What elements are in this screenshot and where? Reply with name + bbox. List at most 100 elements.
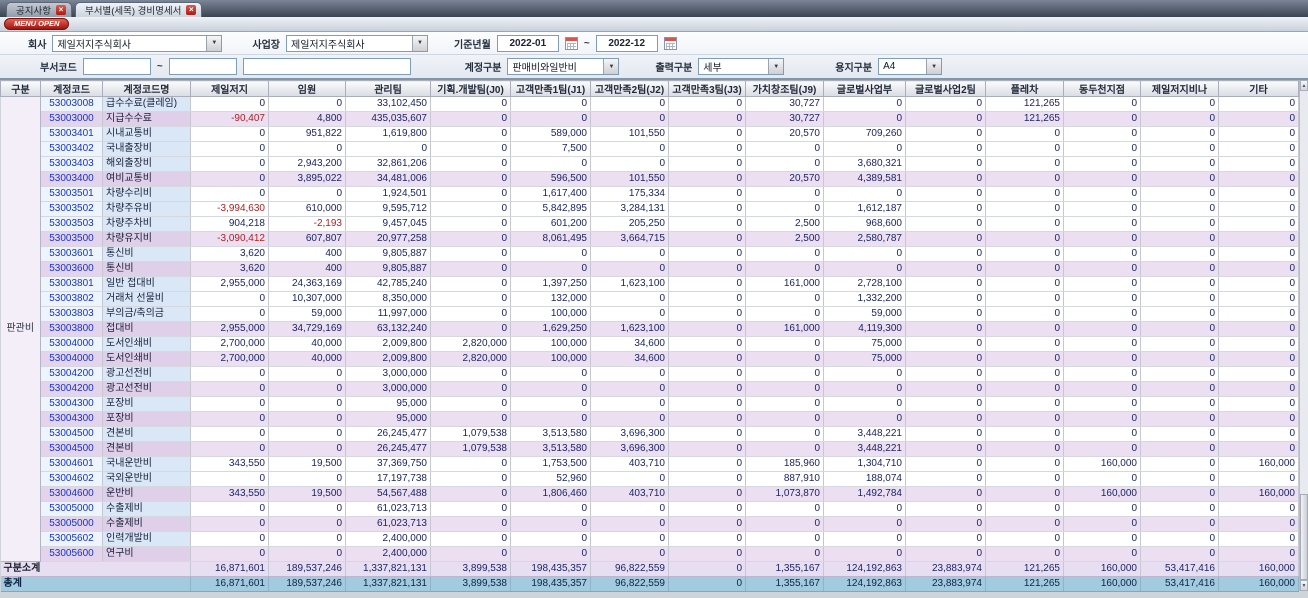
amount-cell: 0 (190, 126, 269, 142)
total-row[interactable]: 총계 16,871,601 189,537,246 1,337,821,131 3,89… (0, 576, 1299, 592)
column-header[interactable]: 계정코드명 (102, 80, 191, 97)
tab-close-icon[interactable]: × (55, 5, 66, 15)
table-row[interactable]: 53003503 차량주차비 904,218 -2,193 9,457,045 0 601,… (1, 216, 1299, 232)
amount-cell: 0 (1140, 246, 1219, 262)
table-row[interactable]: 53003000 지급수수료 -90,407 4,800 435,035,607 0 0 0 0… (1, 111, 1299, 127)
column-header[interactable]: 기타 (1218, 80, 1299, 97)
table-row[interactable]: 53003803 부의금/축의금 0 59,000 11,997,000 0 100,000… (1, 306, 1299, 322)
dept-name-field[interactable] (242, 58, 411, 75)
amount-cell: 0 (430, 321, 511, 337)
table-row[interactable]: 53003502 차량주유비 -3,994,630 610,000 9,595,712 0… (1, 201, 1299, 217)
amount-cell: 0 (268, 366, 346, 382)
table-row[interactable]: 53003501 차량수리비 0 0 1,924,501 0 1,617,400 175,33… (1, 186, 1299, 202)
table-row[interactable]: 53004300 포장비 0 0 95,000 0 0 0 0 0 0 0 0 0 0 0 (1, 396, 1299, 412)
amount-cell: 20,977,258 (345, 231, 431, 247)
amount-cell: 2,009,800 (345, 336, 431, 352)
column-header[interactable]: 구분 (0, 80, 41, 97)
table-row[interactable]: 53003400 여비교통비 0 3,895,022 34,481,006 0 596,50… (1, 171, 1299, 187)
amount-cell: 0 (668, 516, 746, 532)
amount-cell: 95,000 (345, 411, 431, 427)
amount-cell: 3,513,580 (510, 441, 591, 457)
group-subtotal-row[interactable]: 구분소계 16,871,601 189,537,246 1,337,821,131 3,… (0, 561, 1299, 577)
tab-close-icon[interactable]: × (186, 5, 197, 15)
amount-cell: 0 (590, 141, 669, 157)
column-header[interactable]: 임원 (268, 80, 346, 97)
table-row[interactable]: 53005602 인력개발비 0 0 2,400,000 0 0 0 0 0 0 0 0 0 0 0 (1, 531, 1299, 547)
amount-cell: 0 (1140, 321, 1219, 337)
site-select[interactable]: 제일저지주식회사 ▼ (286, 34, 429, 52)
amount-cell: 0 (1063, 501, 1141, 517)
table-row[interactable]: 53004600 운반비 343,550 19,500 54,567,488 0 1,806… (1, 486, 1299, 502)
calendar-icon[interactable] (564, 36, 578, 50)
table-row[interactable]: 53004500 견본비 0 0 26,245,477 1,079,538 3,513,58… (1, 426, 1299, 442)
amount-cell: 0 (668, 276, 746, 292)
column-header[interactable]: 고객만족3팀(J3) (668, 80, 746, 97)
tab-notice[interactable]: 공지사항 × (6, 2, 72, 17)
table-row[interactable]: 53003801 일반 접대비 2,955,000 24,363,169 42,785,… (1, 276, 1299, 292)
amount-cell: 0 (985, 201, 1064, 217)
table-row[interactable]: 53004200 광고선전비 0 0 3,000,000 0 0 0 0 0 0 0 0 0 0 0 (1, 381, 1299, 397)
calendar-icon[interactable] (663, 36, 677, 50)
row-label-cell: 총계 (0, 576, 191, 592)
table-row[interactable]: 53004000 도서인쇄비 2,700,000 40,000 2,009,800 2,8… (1, 351, 1299, 367)
amount-cell: 0 (905, 291, 986, 307)
table-row[interactable]: 53003800 접대비 2,955,000 34,729,169 63,132,240… (1, 321, 1299, 337)
amount-cell: 0 (1063, 216, 1141, 232)
amount-cell: 0 (190, 141, 269, 157)
table-row[interactable]: 53003403 해외출장비 0 2,943,200 32,861,206 0 0 0 0 0 3,… (1, 156, 1299, 172)
amount-cell: 0 (590, 111, 669, 127)
scrollbar-thumb[interactable] (1300, 494, 1308, 580)
scroll-down-icon[interactable]: ▼ (1300, 580, 1308, 591)
amount-cell: 0 (905, 531, 986, 547)
table-row[interactable]: 판관비 53003008 급수수료(클레임) 0 0 33,102,450 0 0 0 0 30,7… (0, 96, 1299, 562)
account-name-cell: 포장비 (102, 411, 191, 427)
chevron-down-icon: ▼ (926, 59, 942, 74)
table-row[interactable]: 53004601 국내운반비 343,550 19,500 37,369,750 0 1,7… (1, 456, 1299, 472)
table-row[interactable]: 53003600 통신비 3,620 400 9,805,887 0 0 0 0 0 0 0 0 0 0 0 (1, 261, 1299, 277)
output-type-select[interactable]: 세부 ▼ (698, 58, 785, 75)
column-header[interactable]: 계정코드 (40, 80, 103, 97)
column-header[interactable]: 동두천지점 (1063, 80, 1141, 97)
period-from-input[interactable] (496, 34, 559, 52)
account-name-cell: 통신비 (102, 246, 191, 262)
column-header[interactable]: 제일저지비나 (1140, 80, 1219, 97)
amount-cell: 607,807 (268, 231, 346, 247)
column-header[interactable]: 글로벌사업2팀 (905, 80, 986, 97)
table-row[interactable]: 53004300 포장비 0 0 95,000 0 0 0 0 0 0 0 0 0 0 0 (1, 411, 1299, 427)
period-to-input[interactable] (595, 34, 658, 52)
table-row[interactable]: 53005000 수출제비 0 0 61,023,713 0 0 0 0 0 0 0 0 0 0 0 (1, 516, 1299, 532)
dept-code-from-input[interactable] (82, 58, 151, 75)
table-row[interactable]: 53004200 광고선전비 0 0 3,000,000 0 0 0 0 0 0 0 0 0 0 0 (1, 366, 1299, 382)
scroll-up-icon[interactable]: ▲ (1300, 80, 1308, 91)
column-header[interactable]: 관리팀 (345, 80, 431, 97)
column-header[interactable]: 플레차 (985, 80, 1064, 97)
table-row[interactable]: 53003802 거래처 선물비 0 10,307,000 8,350,000 0 132,… (1, 291, 1299, 307)
scrollbar-track[interactable] (1300, 91, 1308, 580)
column-header[interactable]: 기획.개발팀(J0) (430, 80, 511, 97)
amount-cell: 0 (1140, 216, 1219, 232)
column-header[interactable]: 제일저지 (190, 80, 269, 97)
column-header[interactable]: 가치창조팀(J9) (745, 80, 824, 97)
account-type-select[interactable]: 판매비와일반비 ▼ (507, 58, 620, 75)
table-row[interactable]: 53003401 시내교통비 0 951,822 1,619,800 0 589,000 10… (1, 126, 1299, 142)
dept-code-to-input[interactable] (168, 58, 237, 75)
amount-cell: 189,537,246 (268, 576, 346, 592)
table-row[interactable]: 53004602 국외운반비 0 0 17,197,738 0 52,960 0 0 887,91… (1, 471, 1299, 487)
table-row[interactable]: 53005000 수출제비 0 0 61,023,713 0 0 0 0 0 0 0 0 0 0 0 (1, 501, 1299, 517)
table-row[interactable]: 53004500 견본비 0 0 26,245,477 1,079,538 3,513,58… (1, 441, 1299, 457)
company-select[interactable]: 제일저지주식회사 ▼ (52, 34, 223, 52)
column-header[interactable]: 글로벌사업부 (823, 80, 906, 97)
table-row[interactable]: 53003402 국내출장비 0 0 0 0 7,500 0 0 0 0 0 0 0 0 0 (1, 141, 1299, 157)
table-row[interactable]: 53004000 도서인쇄비 2,700,000 40,000 2,009,800 2,8… (1, 336, 1299, 352)
column-header[interactable]: 고객만족1팀(J1) (510, 80, 591, 97)
amount-cell: 0 (1063, 411, 1141, 427)
table-row[interactable]: 53005600 연구비 0 0 2,400,000 0 0 0 0 0 0 0 0 0 0 0 (1, 546, 1299, 562)
tab-expense-report[interactable]: 부서별(세목) 경비명세서 × (74, 2, 203, 17)
table-row[interactable]: 53003601 통신비 3,620 400 9,805,887 0 0 0 0 0 0 0 0 0 0 0 (1, 246, 1299, 262)
amount-cell: 589,000 (510, 126, 591, 142)
table-row[interactable]: 53003500 차량유지비 -3,090,412 607,807 20,977,258… (1, 231, 1299, 247)
column-header[interactable]: 고객만족2팀(J2) (590, 80, 669, 97)
paper-type-select[interactable]: A4 ▼ (878, 58, 943, 75)
vertical-scrollbar[interactable]: ▲ ▼ (1299, 80, 1308, 591)
menu-open-button[interactable]: MENU OPEN (4, 18, 70, 30)
